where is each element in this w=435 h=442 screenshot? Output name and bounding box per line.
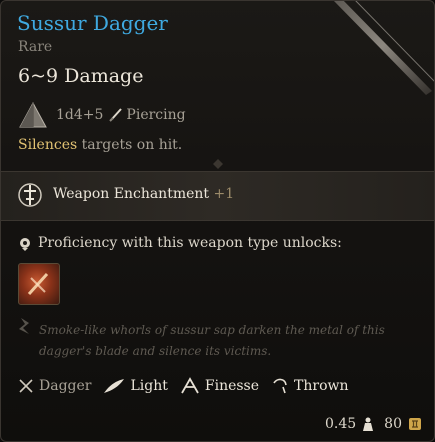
feather-icon xyxy=(104,379,125,393)
item-rarity: Rare xyxy=(18,39,53,55)
flavor-quill-icon xyxy=(19,318,29,334)
thrown-icon xyxy=(273,378,287,394)
dagger-icon xyxy=(19,379,33,393)
weapon-properties: Dagger Light Finesse Thrown xyxy=(18,375,361,397)
gold-value: 80 xyxy=(384,416,402,432)
item-tooltip: Sussur Dagger Rare 6~9 Damage 1d4+5 Pier… xyxy=(0,0,435,442)
piercing-icon xyxy=(109,108,123,122)
separator-diamond-icon xyxy=(213,159,223,169)
damage-range: 6~9 Damage xyxy=(18,65,144,87)
property-thrown[interactable]: Thrown xyxy=(271,377,349,395)
unlocked-action-icon[interactable] xyxy=(18,263,60,305)
dagger-art-icon xyxy=(334,1,434,95)
damage-row: 1d4+5 Piercing xyxy=(18,101,186,129)
flavor-text: Smoke-like whorls of sussur sap darken t… xyxy=(39,323,385,358)
item-footer: 0.45 80 xyxy=(325,416,422,432)
silence-keyword[interactable]: Silences xyxy=(18,137,77,153)
property-finesse[interactable]: Finesse xyxy=(180,377,259,395)
special-effect[interactable]: Silences targets on hit. xyxy=(18,137,182,153)
finesse-icon xyxy=(181,377,199,394)
property-label: Finesse xyxy=(204,378,260,394)
special-effect-text: targets on hit. xyxy=(77,137,183,153)
damage-dice: 1d4+5 xyxy=(56,107,104,123)
weapon-enchantment-icon xyxy=(18,183,42,207)
d4-dice-icon xyxy=(19,101,47,128)
weight-value: 0.45 xyxy=(325,416,357,432)
proficiency-icon xyxy=(20,238,30,251)
weapon-action-icon xyxy=(27,272,49,296)
weight-icon xyxy=(363,417,374,431)
weapon-enchantment[interactable]: Weapon Enchantment +1 xyxy=(53,186,234,202)
property-dagger[interactable]: Dagger xyxy=(18,378,91,394)
property-label: Dagger xyxy=(39,378,92,394)
property-light[interactable]: Light xyxy=(103,378,168,394)
property-label: Thrown xyxy=(294,378,349,394)
property-label: Light xyxy=(130,378,168,394)
enchantment-bonus: +1 xyxy=(213,186,235,202)
enchantment-label: Weapon Enchantment xyxy=(53,186,210,202)
damage-type: Piercing xyxy=(126,107,186,123)
proficiency-unlocks-label: Proficiency with this weapon type unlock… xyxy=(38,235,342,251)
gold-coin-icon xyxy=(409,418,421,430)
item-name: Sussur Dagger xyxy=(17,11,168,35)
